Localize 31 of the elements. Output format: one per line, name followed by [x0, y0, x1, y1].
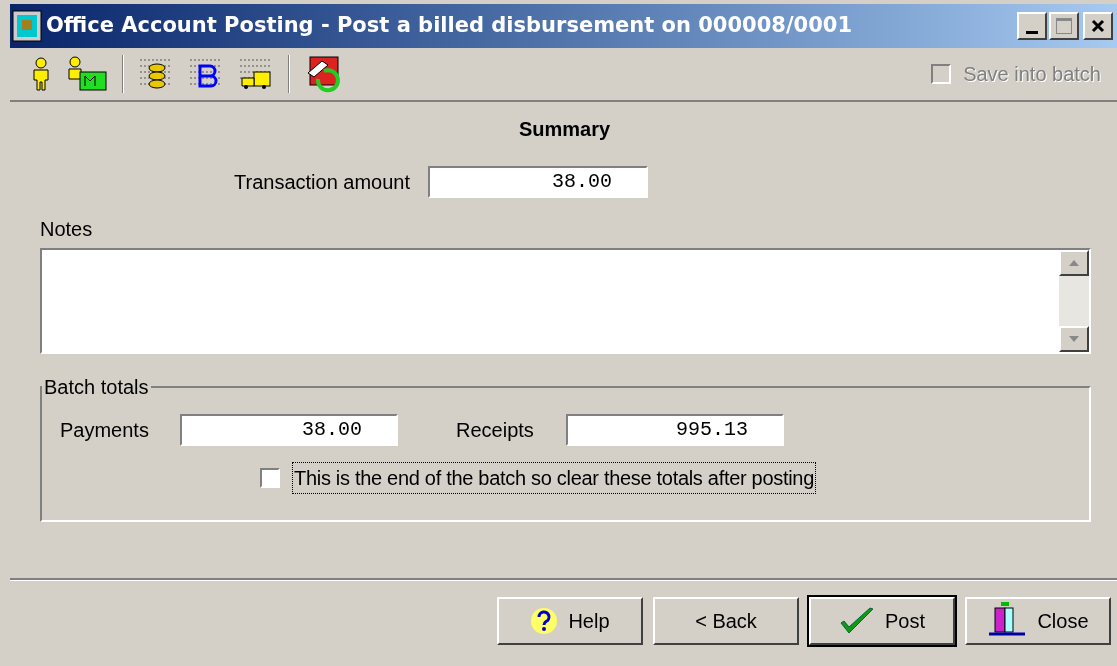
- notes-field[interactable]: [40, 248, 1091, 354]
- save-into-batch-label: Save into batch: [963, 62, 1101, 87]
- summary-heading: Summary: [517, 117, 612, 142]
- close-button[interactable]: Close: [965, 597, 1111, 645]
- post-button[interactable]: Post: [809, 597, 955, 645]
- ledger-truck-icon[interactable]: [238, 56, 274, 92]
- notes-label: Notes: [40, 217, 94, 242]
- person-icon[interactable]: [30, 57, 52, 91]
- maximize-button[interactable]: [1049, 12, 1079, 40]
- payments-label: Payments: [60, 418, 150, 443]
- minimize-button[interactable]: [1017, 12, 1047, 40]
- close-button[interactable]: [1083, 12, 1113, 40]
- window-title: Office Account Posting - Post a billed disbursement on 000008/0001: [46, 12, 854, 40]
- receipts-label: Receipts: [456, 418, 535, 443]
- scrollbar[interactable]: [1059, 250, 1089, 352]
- receipts-field[interactable]: 995.13: [566, 414, 784, 446]
- clear-totals-label: This is the end of the batch so clear these totals after posting: [292, 462, 816, 494]
- transaction-amount-field[interactable]: 38.00: [428, 166, 648, 198]
- transaction-amount-label: Transaction amount: [234, 170, 410, 195]
- help-icon: [530, 607, 559, 635]
- batch-totals-title: Batch totals: [43, 375, 150, 400]
- back-button[interactable]: < Back: [653, 597, 799, 645]
- scroll-down-icon[interactable]: [1059, 326, 1089, 352]
- clear-totals-checkbox[interactable]: [260, 468, 280, 488]
- close-icon: [1091, 19, 1105, 33]
- help-button[interactable]: Help: [497, 597, 643, 645]
- app-icon: [12, 10, 42, 42]
- person-folder-icon[interactable]: [66, 56, 108, 92]
- check-icon: [839, 607, 875, 635]
- scroll-up-icon[interactable]: [1059, 250, 1089, 276]
- payments-field[interactable]: 38.00: [180, 414, 398, 446]
